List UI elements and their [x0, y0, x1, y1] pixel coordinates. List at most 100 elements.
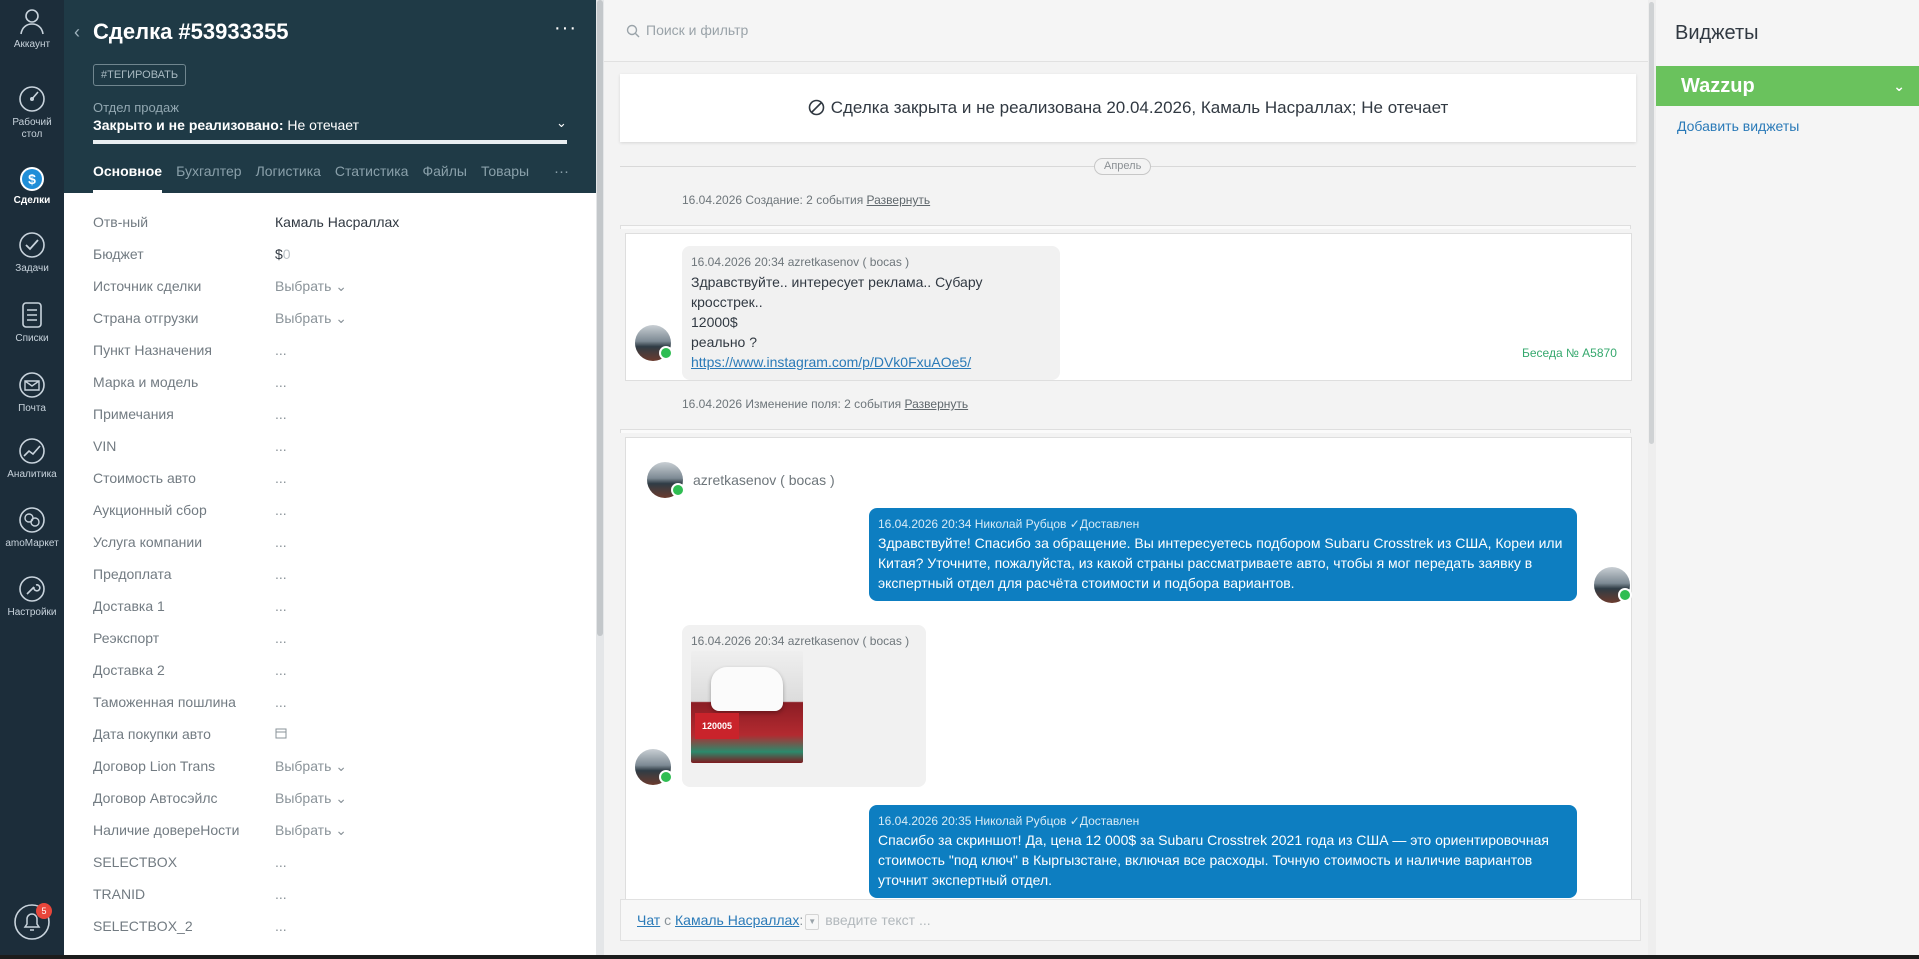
image-price-tag: 120005 — [695, 713, 739, 739]
tabs-more-button[interactable]: ··· — [554, 163, 569, 180]
add-widgets-link[interactable]: Добавить виджеты — [1677, 118, 1799, 134]
wazzup-widget[interactable]: Wazzup ⌄ — [1656, 66, 1919, 106]
field-budget: Бюджет $0 — [93, 239, 573, 271]
tab-logistics[interactable]: Логистика — [256, 163, 321, 193]
field-value[interactable]: ... — [275, 662, 287, 678]
nav-item-dashboard[interactable]: Рабочий стол — [0, 84, 64, 141]
field-value[interactable]: Камаль Насраллах — [275, 214, 399, 230]
select-value[interactable]: Выбрать ⌄ — [275, 310, 347, 327]
field-value[interactable]: ... — [275, 566, 287, 582]
field-value[interactable]: ... — [275, 342, 287, 358]
chevron-down-icon[interactable]: ▼ — [805, 914, 820, 931]
field-value[interactable]: ... — [275, 854, 287, 870]
conversation-number[interactable]: Беседа № A5870 — [1522, 346, 1617, 360]
field-value[interactable]: ... — [275, 374, 287, 390]
stack-edge — [620, 429, 1631, 433]
deal-scrollbar[interactable] — [596, 0, 604, 959]
tab-accounting[interactable]: Бухгалтер — [176, 163, 241, 193]
select-label: Выбрать — [275, 310, 332, 326]
lists-icon — [22, 302, 42, 328]
chevron-down-icon[interactable]: ⌄ — [1893, 66, 1905, 106]
message-meta-text: 16.04.2026 20:35 Николай Рубцов — [878, 814, 1067, 828]
field-label: Дата покупки авто — [93, 726, 211, 742]
outgoing-message: 16.04.2026 20:34 Николай Рубцов ✓Доставл… — [869, 508, 1577, 601]
field-value[interactable]: ... — [275, 694, 287, 710]
tab-statistics[interactable]: Статистика — [335, 163, 409, 193]
status-select[interactable]: Закрыто и не реализовано: Не отечает — [93, 117, 359, 133]
field-value[interactable]: ... — [275, 438, 287, 454]
field-value[interactable]: ... — [275, 918, 287, 934]
chevron-down-icon: ⌄ — [335, 278, 348, 294]
nav-item-market[interactable]: amoМаркет — [0, 505, 64, 550]
field-value[interactable]: ... — [275, 598, 287, 614]
tab-files[interactable]: Файлы — [422, 163, 466, 193]
chat-message-input[interactable] — [825, 912, 1226, 928]
field-value[interactable]: ... — [275, 630, 287, 646]
field-label: Доставка 1 — [93, 598, 165, 614]
field-value[interactable]: $0 — [275, 246, 291, 262]
status-chevron-icon[interactable]: ⌄ — [556, 115, 567, 131]
nav-item-lists[interactable]: Списки — [0, 300, 64, 345]
field-value[interactable]: ... — [275, 534, 287, 550]
incoming-message: 16.04.2026 20:34 azretkasenov ( bocas ) … — [682, 246, 1060, 380]
field-value[interactable]: ... — [275, 406, 287, 422]
widgets-title: Виджеты — [1675, 22, 1759, 44]
field-label: Стоимость авто — [93, 470, 196, 486]
whatsapp-icon — [659, 346, 673, 360]
status-progress-bar — [93, 140, 567, 144]
deal-fields: Отв-ный Камаль Насраллах Бюджет $0 Источни… — [93, 207, 573, 943]
field-value[interactable]: ... — [275, 502, 287, 518]
bottom-edge — [0, 955, 1919, 959]
field-prepayment: Предоплата... — [93, 559, 573, 591]
wazzup-label: Wazzup — [1681, 75, 1755, 97]
field-label: Источник сделки — [93, 278, 202, 294]
more-menu-button[interactable]: ··· — [554, 17, 577, 40]
tag-button[interactable]: #ТЕГИРОВАТЬ — [93, 64, 187, 86]
chat-type-link[interactable]: Чат — [637, 912, 660, 928]
field-label: Таможенная пошлина — [93, 694, 236, 710]
delivery-status: Доставлен — [1079, 517, 1140, 531]
select-value[interactable]: Выбрать ⌄ — [275, 790, 347, 807]
message-text: Здравствуйте! Спасибо за обращение. Вы и… — [878, 535, 1563, 591]
message-meta: 16.04.2026 20:34 Николай Рубцов ✓Доставл… — [878, 516, 1568, 532]
field-label: Договор Автосэйлс — [93, 790, 218, 806]
nav-item-analytics[interactable]: Аналитика — [0, 436, 64, 481]
stack-edge — [620, 225, 1631, 229]
nav-item-mail[interactable]: Почта — [0, 370, 64, 415]
select-value[interactable]: Выбрать ⌄ — [275, 822, 347, 839]
feed-scrollbar-thumb[interactable] — [1649, 2, 1654, 444]
field-company-service: Услуга компании... — [93, 527, 573, 559]
calendar-icon[interactable] — [275, 726, 287, 742]
tab-main[interactable]: Основное — [93, 163, 163, 193]
select-value[interactable]: Выбрать ⌄ — [275, 758, 347, 775]
search-input[interactable] — [646, 22, 1546, 38]
back-chevron-icon[interactable]: ‹ — [74, 22, 80, 43]
deal-scrollbar-thumb[interactable] — [597, 0, 603, 636]
nav-label-account: Аккаунт — [13, 39, 51, 50]
market-icon — [19, 507, 45, 533]
chat-colon: : — [799, 912, 804, 928]
message-link[interactable]: https://www.instagram.com/p/DVk0FxuAOe5/ — [691, 354, 971, 370]
field-tranid: TRANID... — [93, 879, 573, 911]
chat-contact-link[interactable]: Камаль Насраллах — [675, 912, 799, 928]
feed-scrollbar[interactable] — [1648, 0, 1656, 959]
expand-link[interactable]: Развернуть — [905, 397, 969, 411]
event-summary-field-change: 16.04.2026 Изменение поля: 2 события Раз… — [682, 397, 968, 411]
field-selectbox: SELECTBOX... — [93, 847, 573, 879]
field-value[interactable]: ... — [275, 470, 287, 486]
nav-item-tasks[interactable]: Задачи — [0, 230, 64, 275]
search-icon — [626, 24, 640, 38]
field-value[interactable]: ... — [275, 886, 287, 902]
field-label: TRANID — [93, 886, 146, 902]
select-value[interactable]: Выбрать ⌄ — [275, 278, 347, 295]
dashboard-icon — [19, 86, 45, 112]
chevron-down-icon: ⌄ — [335, 790, 348, 806]
status-label: Закрыто и не реализовано: — [93, 117, 284, 133]
nav-item-deals[interactable]: $ Сделки — [0, 162, 64, 207]
nav-item-settings[interactable]: Настройки — [0, 574, 64, 619]
feed: Сделка закрыта и не реализована 20.04.20… — [604, 0, 1648, 959]
tab-products[interactable]: Товары — [481, 163, 529, 193]
message-image[interactable]: 120005 — [691, 651, 803, 763]
nav-item-account[interactable]: Аккаунт — [0, 6, 64, 51]
expand-link[interactable]: Развернуть — [867, 193, 931, 207]
